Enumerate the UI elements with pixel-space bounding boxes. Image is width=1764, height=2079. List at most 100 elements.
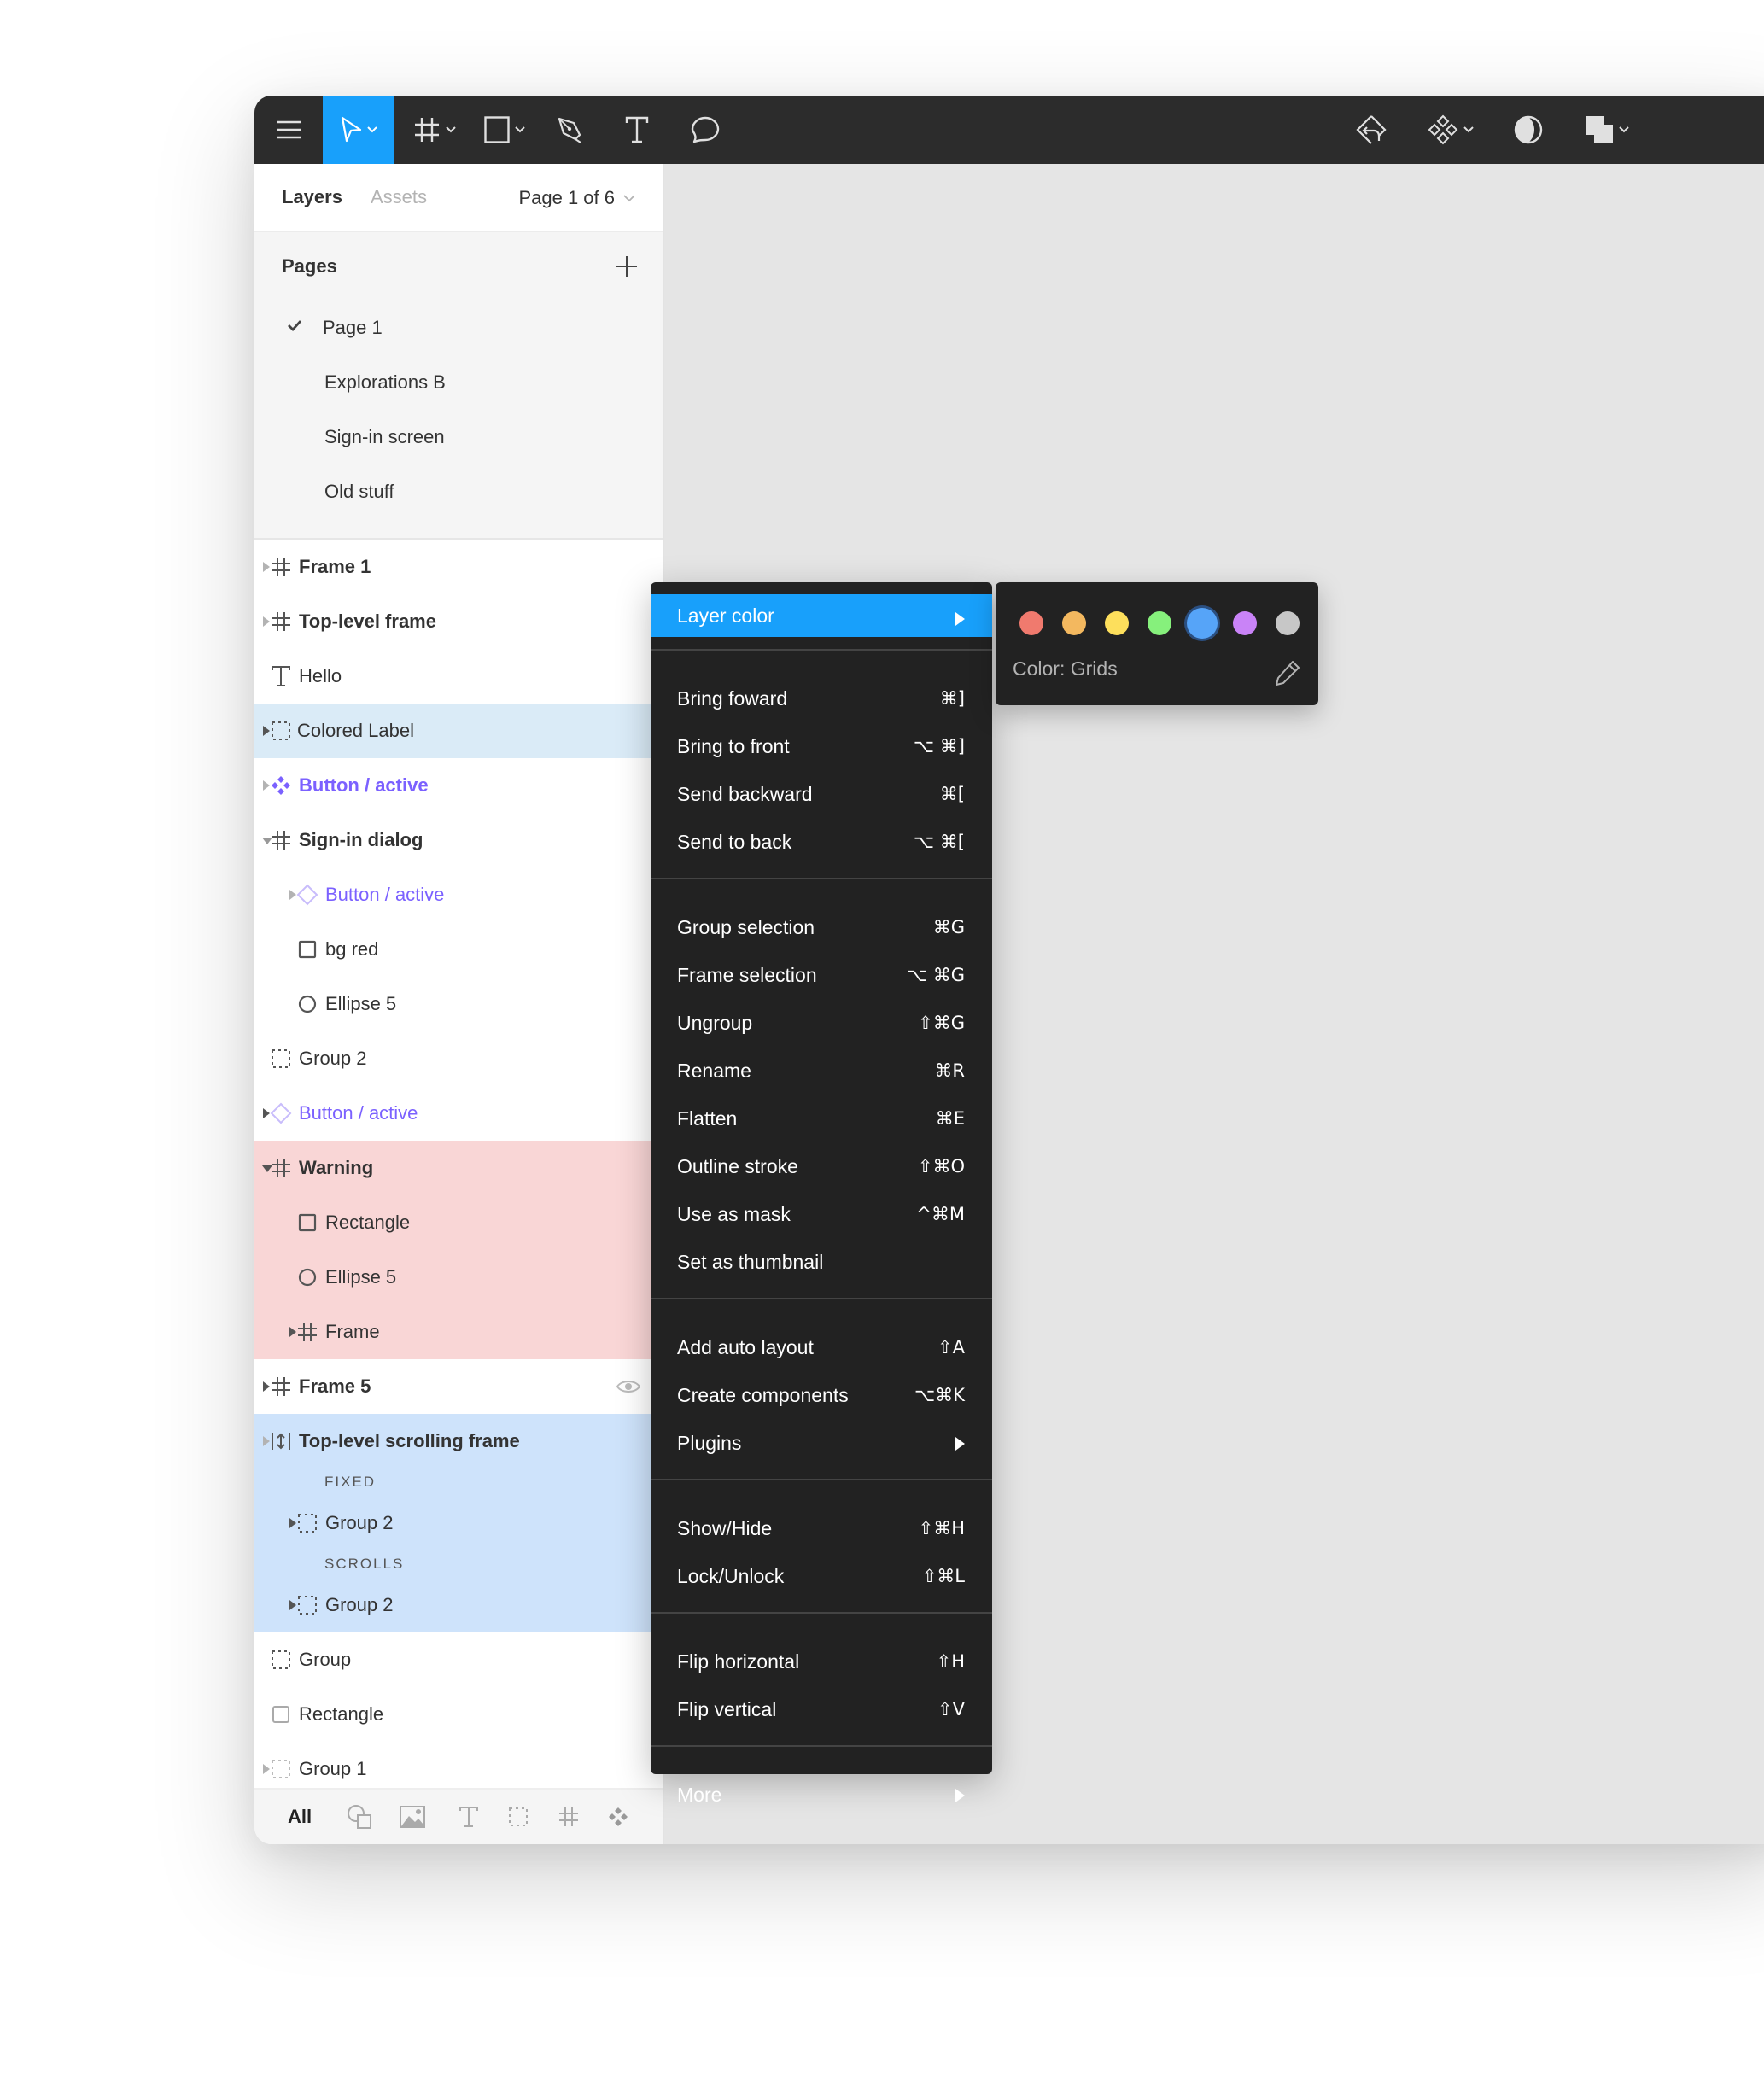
menu-item-label: Flip vertical bbox=[677, 1697, 777, 1720]
layer-row[interactable]: Hello bbox=[254, 649, 663, 704]
expand-caret-icon[interactable] bbox=[263, 1381, 270, 1392]
expand-caret-icon[interactable] bbox=[263, 1764, 270, 1774]
layer-row[interactable]: Ellipse 5 bbox=[254, 977, 663, 1031]
menu-item-label: Bring foward bbox=[677, 686, 788, 710]
expand-caret-icon[interactable] bbox=[289, 1327, 296, 1337]
layer-row[interactable]: Frame bbox=[254, 1305, 663, 1359]
menu-item[interactable]: Bring to front ⌥ ⌘] bbox=[651, 722, 992, 770]
menu-item[interactable]: More bbox=[651, 1771, 992, 1819]
frame-tool-button[interactable] bbox=[405, 96, 464, 164]
layer-row[interactable]: Button / active bbox=[254, 1086, 663, 1141]
boolean-ops-button[interactable] bbox=[1573, 96, 1641, 164]
menu-item[interactable]: Plugins bbox=[651, 1419, 992, 1467]
filter-images[interactable] bbox=[400, 1800, 425, 1834]
layer-row[interactable]: Group 2 bbox=[254, 1578, 663, 1632]
page-item[interactable]: Page 1 bbox=[254, 301, 663, 355]
expand-caret-icon[interactable] bbox=[289, 1518, 296, 1528]
menu-item[interactable]: Create components ⌥⌘K bbox=[651, 1371, 992, 1419]
color-swatch-violet[interactable] bbox=[1233, 611, 1257, 635]
color-swatch-red[interactable] bbox=[1019, 611, 1043, 635]
color-swatch-green[interactable] bbox=[1148, 611, 1171, 635]
filter-all[interactable]: All bbox=[287, 1800, 312, 1834]
tab-layers[interactable]: Layers bbox=[282, 186, 342, 208]
layer-row[interactable]: bg red bbox=[254, 922, 663, 977]
expand-caret-icon[interactable] bbox=[289, 890, 296, 900]
layer-row[interactable]: Frame 1 bbox=[254, 540, 663, 594]
mask-button[interactable] bbox=[1503, 96, 1554, 164]
detach-instance-button[interactable] bbox=[1346, 96, 1397, 164]
layer-row[interactable]: Group 2 bbox=[254, 1031, 663, 1086]
menu-item[interactable]: Ungroup ⇧⌘G bbox=[651, 999, 992, 1047]
page-item[interactable]: Old stuff bbox=[254, 464, 663, 519]
comment-icon bbox=[691, 116, 720, 143]
menu-item-label: Send to back bbox=[677, 830, 792, 853]
menu-item[interactable]: Lock/Unlock ⇧⌘L bbox=[651, 1552, 992, 1600]
edit-color-button[interactable] bbox=[1274, 659, 1301, 691]
filter-components[interactable] bbox=[608, 1800, 628, 1834]
layer-name: Colored Label bbox=[297, 720, 414, 741]
layer-row[interactable]: Sign-in dialog bbox=[254, 813, 663, 867]
main-menu-button[interactable] bbox=[254, 96, 323, 164]
color-swatch-yellow[interactable] bbox=[1105, 611, 1129, 635]
layer-row[interactable]: Button / active bbox=[254, 758, 663, 813]
menu-item[interactable]: Flip vertical ⇧V bbox=[651, 1685, 992, 1733]
layer-row[interactable]: Frame 5 bbox=[254, 1359, 663, 1414]
chevron-down-icon bbox=[623, 194, 635, 201]
layer-row[interactable]: Top-level scrolling frame bbox=[254, 1414, 663, 1469]
text-tool-button[interactable] bbox=[611, 96, 663, 164]
expand-caret-icon[interactable] bbox=[263, 780, 270, 791]
instance-icon bbox=[270, 1102, 292, 1124]
color-swatch-gray[interactable] bbox=[1276, 611, 1300, 635]
expand-caret-icon[interactable] bbox=[263, 726, 270, 736]
filter-frames[interactable] bbox=[558, 1800, 579, 1834]
menu-item-shortcut: ⌥⌘K bbox=[914, 1385, 965, 1405]
expand-caret-icon[interactable] bbox=[263, 562, 270, 572]
page-item[interactable]: Sign-in screen bbox=[254, 410, 663, 464]
frame-icon bbox=[270, 829, 292, 851]
menu-item[interactable]: Outline stroke ⇧⌘O bbox=[651, 1142, 992, 1190]
shape-tool-button[interactable] bbox=[475, 96, 534, 164]
menu-item[interactable]: Send to back ⌥ ⌘[ bbox=[651, 818, 992, 866]
layer-row[interactable]: Group bbox=[254, 1632, 663, 1687]
menu-item-shortcut: ⌥ ⌘] bbox=[913, 736, 965, 756]
menu-item[interactable]: Flatten ⌘E bbox=[651, 1095, 992, 1142]
menu-item[interactable]: Bring foward ⌘] bbox=[651, 675, 992, 722]
menu-item[interactable]: Add auto layout ⇧A bbox=[651, 1323, 992, 1371]
add-page-icon[interactable] bbox=[615, 254, 639, 278]
color-swatch-orange[interactable] bbox=[1062, 611, 1086, 635]
layer-row[interactable]: Top-level frame bbox=[254, 594, 663, 649]
expand-caret-icon[interactable] bbox=[289, 1600, 296, 1610]
layer-row[interactable]: Rectangle bbox=[254, 1687, 663, 1742]
move-tool-button[interactable] bbox=[323, 96, 394, 164]
menu-item[interactable]: Set as thumbnail bbox=[651, 1238, 992, 1286]
color-swatch-blue[interactable] bbox=[1187, 608, 1218, 639]
layer-row[interactable]: Colored Label bbox=[254, 704, 663, 758]
filter-text[interactable] bbox=[459, 1800, 478, 1834]
layer-row[interactable]: Ellipse 5 bbox=[254, 1250, 663, 1305]
visibility-toggle[interactable] bbox=[616, 1378, 641, 1400]
page-selector[interactable]: Page 1 of 6 bbox=[518, 164, 635, 232]
menu-item[interactable]: Use as mask ^⌘M bbox=[651, 1190, 992, 1238]
filter-shapes[interactable] bbox=[347, 1800, 372, 1834]
menu-item[interactable]: Send backward ⌘[ bbox=[651, 770, 992, 818]
menu-item[interactable]: Show/Hide ⇧⌘H bbox=[651, 1504, 992, 1552]
menu-item[interactable]: Flip horizontal ⇧H bbox=[651, 1638, 992, 1685]
filter-groups[interactable] bbox=[509, 1800, 528, 1834]
menu-item[interactable]: Group selection ⌘G bbox=[651, 903, 992, 951]
menu-item[interactable]: Rename ⌘R bbox=[651, 1047, 992, 1095]
menu-item[interactable]: Frame selection ⌥ ⌘G bbox=[651, 951, 992, 999]
page-item[interactable]: Explorations B bbox=[254, 355, 663, 410]
tab-assets[interactable]: Assets bbox=[371, 186, 427, 208]
layer-row[interactable]: Group 2 bbox=[254, 1496, 663, 1550]
pen-tool-button[interactable] bbox=[545, 96, 596, 164]
frame-icon bbox=[270, 1375, 292, 1398]
components-button[interactable] bbox=[1419, 96, 1482, 164]
expand-caret-icon[interactable] bbox=[263, 1436, 270, 1446]
layer-row[interactable]: Warning bbox=[254, 1141, 663, 1195]
expand-caret-icon[interactable] bbox=[263, 616, 270, 627]
menu-item[interactable]: Layer color bbox=[651, 594, 992, 637]
expand-caret-icon[interactable] bbox=[263, 1108, 270, 1118]
layer-row[interactable]: Button / active bbox=[254, 867, 663, 922]
layer-row[interactable]: Rectangle bbox=[254, 1195, 663, 1250]
comment-tool-button[interactable] bbox=[680, 96, 731, 164]
